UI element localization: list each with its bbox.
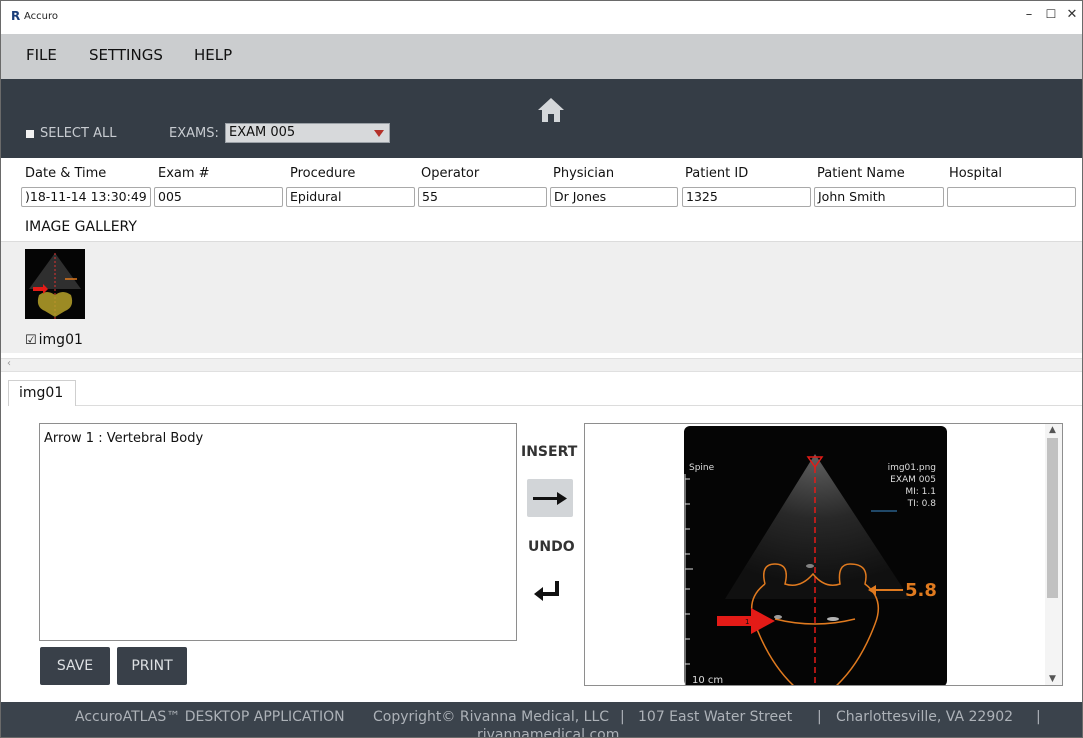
footer: AccuroATLAS™ DESKTOP APPLICATION Copyrig…: [1, 702, 1082, 737]
thumbnail-checkbox[interactable]: ☑: [25, 333, 37, 348]
annotation-notes-textarea[interactable]: Arrow 1 : Vertebral Body: [39, 423, 517, 641]
operator-label: Operator: [421, 166, 480, 181]
physician-field[interactable]: Dr Jones: [550, 187, 678, 207]
exam-number-label: Exam #: [158, 166, 210, 181]
image-viewer: 1 5.8 Spine img01.png EXAM 005 MI: 1.1 T…: [584, 423, 1063, 686]
exams-dropdown-value: EXAM 005: [229, 125, 296, 140]
patient-name-field[interactable]: John Smith: [814, 187, 944, 207]
insert-label: INSERT: [521, 444, 578, 460]
gallery-item-label[interactable]: ☑ img01: [25, 332, 83, 348]
gallery-horizontal-scrollbar[interactable]: ‹: [1, 358, 1082, 372]
menu-help[interactable]: HELP: [194, 46, 232, 64]
arrow-right-icon: [533, 492, 567, 505]
home-icon[interactable]: [537, 96, 565, 124]
insert-button[interactable]: [527, 479, 573, 517]
image-exam: EXAM 005: [890, 475, 936, 485]
operator-field[interactable]: 55: [418, 187, 547, 207]
scrollbar-thumb[interactable]: [1047, 438, 1058, 598]
viewer-vertical-scrollbar[interactable]: ▲ ▼: [1045, 424, 1062, 685]
minimize-button[interactable]: –: [1019, 7, 1039, 22]
patient-id-label: Patient ID: [685, 166, 749, 181]
date-time-field[interactable]: )18-11-14 13:30:49: [21, 187, 151, 207]
undo-button[interactable]: [531, 575, 567, 605]
scan-mode-label: Spine: [689, 463, 715, 473]
exam-header: SELECT ALL EXAMS: EXAM 005: [1, 79, 1082, 158]
print-button[interactable]: PRINT: [117, 647, 187, 685]
mi-value: MI: 1.1: [905, 487, 936, 497]
footer-separator: |: [620, 709, 625, 725]
image-filename: img01.png: [888, 463, 936, 473]
gallery-thumbnail[interactable]: [25, 249, 85, 319]
maximize-button[interactable]: ☐: [1041, 7, 1061, 21]
date-time-label: Date & Time: [25, 166, 107, 181]
measurement-value: 5.8: [905, 580, 937, 601]
procedure-field[interactable]: Epidural: [286, 187, 415, 207]
close-button[interactable]: ✕: [1062, 7, 1082, 22]
thumbnail-image: [25, 249, 85, 319]
image-gallery: ☑ img01: [1, 241, 1082, 353]
footer-app-name: AccuroATLAS™ DESKTOP APPLICATION: [75, 709, 345, 725]
chevron-left-icon[interactable]: ‹: [7, 358, 11, 369]
chevron-down-icon[interactable]: ▼: [1049, 674, 1056, 684]
ti-value: TI: 0.8: [907, 499, 937, 509]
tab-img01[interactable]: img01: [8, 380, 76, 406]
patient-name-label: Patient Name: [817, 166, 905, 181]
footer-separator: |: [1036, 709, 1041, 725]
return-arrow-icon: [534, 581, 559, 601]
menu-bar: FILE SETTINGS HELP: [1, 34, 1082, 79]
footer-website[interactable]: rivannamedical.com: [477, 727, 619, 737]
save-button[interactable]: SAVE: [40, 647, 110, 685]
title-bar: R Accuro – ☐ ✕: [1, 1, 1082, 34]
hospital-field[interactable]: [947, 187, 1076, 207]
select-all-toggle[interactable]: SELECT ALL: [26, 126, 116, 141]
app-window: R Accuro – ☐ ✕ FILE SETTINGS HELP SELECT…: [0, 0, 1083, 738]
exam-number-field[interactable]: 005: [154, 187, 283, 207]
thumbnail-name: img01: [38, 332, 83, 348]
footer-separator: |: [817, 709, 822, 725]
depth-label: 10 cm: [692, 675, 723, 686]
tab-divider: [76, 405, 1082, 406]
hospital-label: Hospital: [949, 166, 1003, 181]
menu-file[interactable]: FILE: [26, 46, 57, 64]
chevron-up-icon[interactable]: ▲: [1049, 425, 1056, 435]
select-all-checkbox[interactable]: [26, 129, 34, 138]
menu-settings[interactable]: SETTINGS: [89, 46, 163, 64]
undo-label: UNDO: [528, 539, 575, 555]
chevron-down-icon: [374, 130, 384, 137]
exams-label: EXAMS:: [169, 126, 219, 141]
footer-city: Charlottesville, VA 22902: [836, 709, 1014, 725]
patient-id-field[interactable]: 1325: [682, 187, 811, 207]
footer-address: 107 East Water Street: [638, 709, 793, 725]
exams-dropdown[interactable]: EXAM 005: [225, 123, 390, 143]
arrow-number: 1: [745, 618, 749, 626]
app-logo-icon: R: [11, 9, 21, 23]
footer-copyright: Copyright© Rivanna Medical, LLC: [373, 709, 610, 725]
select-all-label: SELECT ALL: [40, 126, 117, 141]
physician-label: Physician: [553, 166, 615, 181]
window-title: Accuro: [24, 11, 59, 22]
procedure-label: Procedure: [290, 166, 356, 181]
image-gallery-title: IMAGE GALLERY: [25, 219, 137, 235]
ultrasound-image[interactable]: 1 5.8 Spine img01.png EXAM 005 MI: 1.1 T…: [585, 424, 1063, 686]
